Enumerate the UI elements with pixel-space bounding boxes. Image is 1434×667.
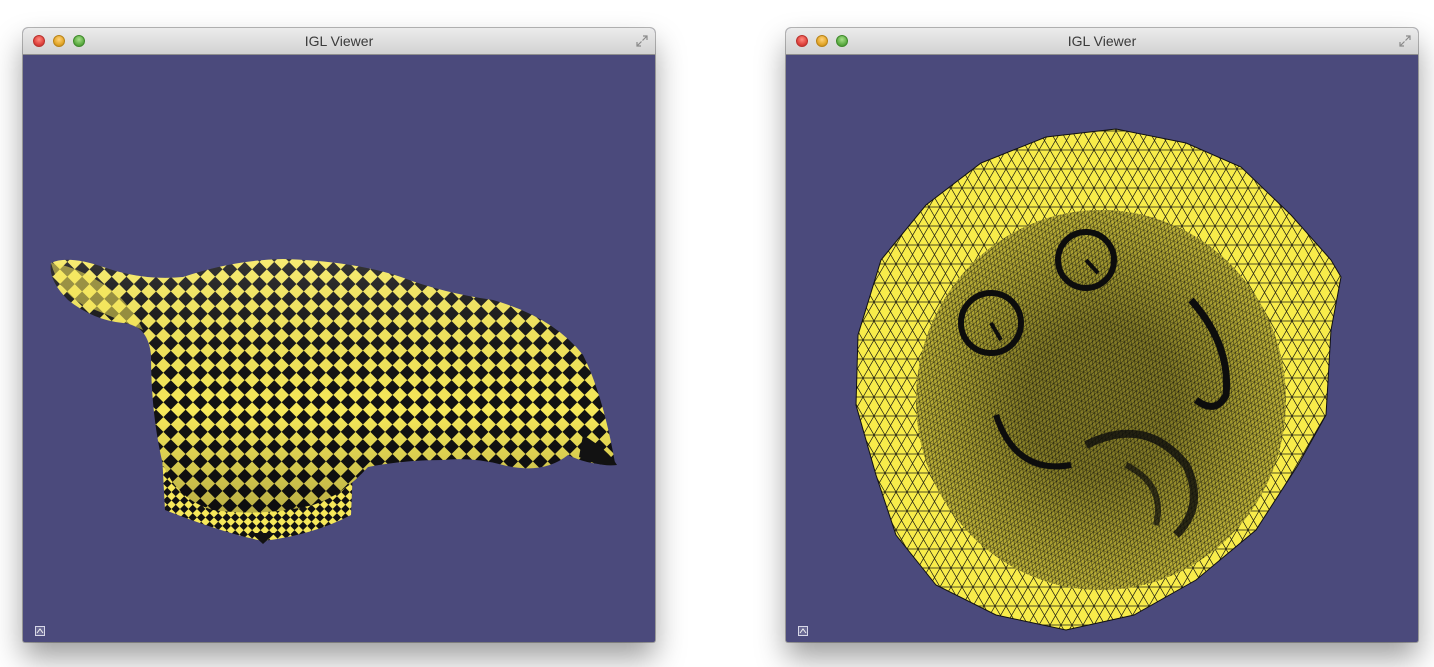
3d-viewport[interactable]: ? [786, 55, 1418, 642]
viewer-window-left: IGL Viewer [23, 28, 655, 642]
title-bar[interactable]: IGL Viewer [786, 28, 1418, 55]
fullscreen-icon[interactable] [635, 34, 649, 48]
checkerboard-mesh-render [50, 259, 617, 544]
title-bar[interactable]: IGL Viewer [23, 28, 655, 55]
window-title: IGL Viewer [304, 33, 374, 49]
menu-toggle-icon[interactable] [798, 626, 808, 636]
fullscreen-icon[interactable] [1398, 34, 1412, 48]
viewer-window-right: IGL Viewer [786, 28, 1418, 642]
menu-toggle-icon[interactable] [35, 626, 45, 636]
wireframe-mesh-render [855, 128, 1342, 631]
window-title: IGL Viewer [1067, 33, 1137, 49]
3d-viewport[interactable]: ? [23, 55, 655, 642]
